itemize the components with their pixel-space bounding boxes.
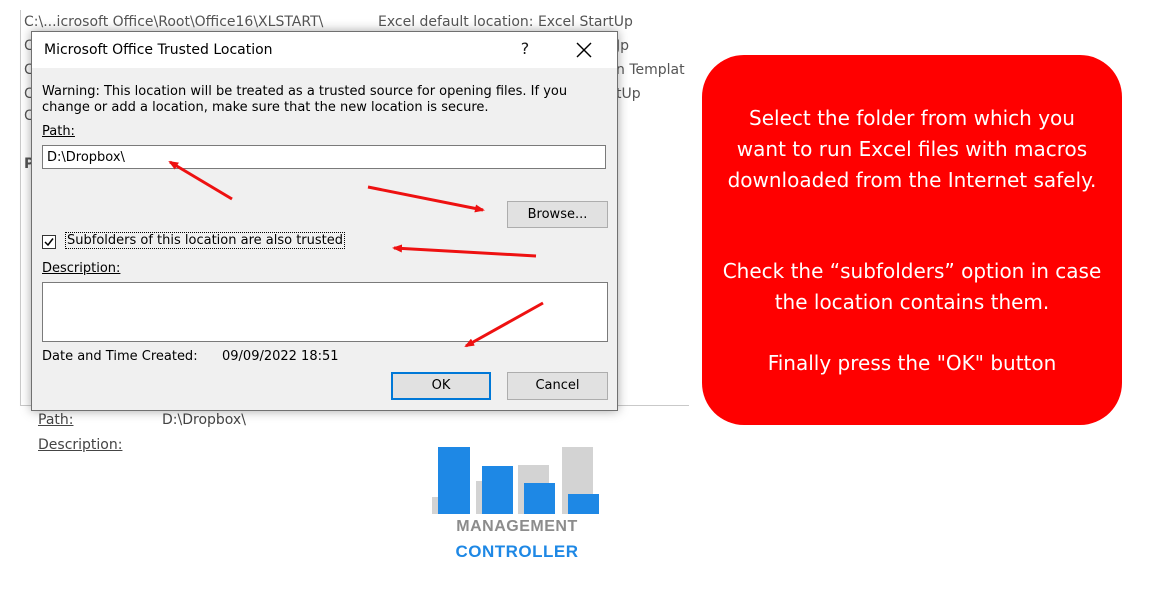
close-button[interactable] (572, 38, 596, 62)
subfolders-checkbox[interactable] (42, 235, 56, 249)
dialog-titlebar[interactable]: Microsoft Office Trusted Location ? (32, 32, 617, 68)
trusted-location-dialog: Microsoft Office Trusted Location ? Warn… (31, 31, 618, 411)
bg-path-value: D:\Dropbox\ (162, 412, 246, 428)
checkmark-icon (44, 238, 54, 247)
callout-step-select-folder: Select the folder from which you want to… (727, 106, 1097, 192)
subfolders-label[interactable]: Subfolders of this location are also tru… (64, 232, 346, 249)
bg-location-description[interactable]: Excel default location: Excel StartUp (378, 14, 633, 30)
help-button[interactable]: ? (514, 38, 536, 60)
date-created-value: 09/09/2022 18:51 (222, 349, 339, 364)
description-label: Description: (42, 261, 121, 276)
logo-bar-blue-3 (524, 483, 555, 514)
browse-button[interactable]: Browse... (507, 201, 608, 228)
logo-bar-blue-1 (438, 447, 470, 514)
bg-description-label: Description: (38, 437, 123, 453)
logo-bar-blue-4 (568, 494, 599, 514)
dialog-title: Microsoft Office Trusted Location (44, 42, 273, 58)
instruction-callout: Select the folder from which you want to… (702, 55, 1122, 425)
cancel-button[interactable]: Cancel (507, 372, 608, 400)
bg-location-fragment-3: n Templat (616, 62, 685, 78)
callout-step-subfolders: Check the “subfolders” option in case th… (722, 259, 1102, 314)
warning-text: Warning: This location will be treated a… (42, 84, 568, 115)
description-input[interactable] (42, 282, 608, 342)
logo-text-management: MANAGEMENT (456, 518, 578, 535)
logo-text-controller: CONTROLLER (455, 542, 579, 561)
path-input[interactable] (42, 145, 606, 169)
close-icon (576, 42, 592, 58)
ok-button[interactable]: OK (391, 372, 491, 400)
date-created-label: Date and Time Created: (42, 349, 198, 364)
bg-path-label: Path: (38, 412, 74, 428)
bg-location-fragment-4: tUp (616, 86, 641, 102)
callout-step-ok: Finally press the "OK" button (767, 351, 1057, 375)
path-label: Path: (42, 124, 75, 139)
logo-bar-blue-2 (482, 466, 513, 514)
bg-location-path[interactable]: C:\...icrosoft Office\Root\Office16\XLST… (24, 14, 323, 30)
